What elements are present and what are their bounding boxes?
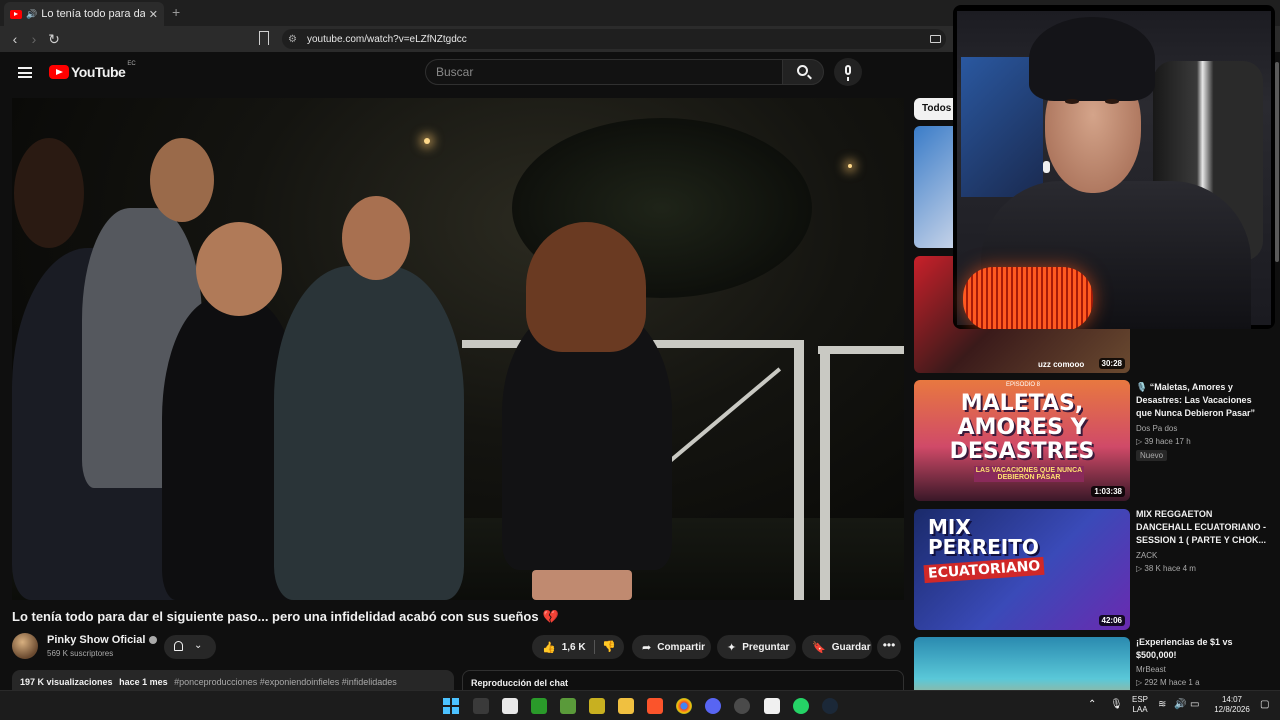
webcam-overlay [953,5,1275,329]
related-video-title[interactable]: ¡Experiencias de $1 vs $500,000! [1136,636,1268,662]
volume-icon[interactable]: 🔊 [1174,699,1186,710]
microphone-tray-icon[interactable]: 🎙 [1110,699,1123,710]
broken-heart-icon: 💔 [542,609,559,624]
ask-button[interactable]: ✦ Preguntar [717,635,796,659]
subscriber-count: 569 K suscriptores [47,649,114,658]
related-video-title[interactable]: MIX REGGAETON DANCEHALL ECUATORIANO - SE… [1136,508,1268,547]
share-button[interactable]: ➦ Compartir [632,635,711,659]
logo-text: YouTube [71,64,126,80]
browser-tab[interactable]: 🔊 Lo tenía todo para dar el siguie ✕ [4,2,164,26]
subscription-bell-button[interactable]: ⌄ [164,635,216,659]
chat-replay-label: Reproducción del chat [471,678,569,688]
game-launcher-icon[interactable] [589,698,605,714]
video-duration: 42:06 [1098,615,1125,626]
voice-search-button[interactable] [834,58,862,86]
earbud [1043,161,1050,173]
video-title: Lo tenía todo para dar el siguiente paso… [12,609,559,624]
thumbnail-subtext: LAS VACACIONES QUE NUNCA DEBIERON PASAR [974,466,1084,482]
tray-chevron-up-icon[interactable]: ⌃ [1088,699,1096,710]
speaker-icon[interactable]: 🔊 [26,9,37,20]
minecraft-icon[interactable] [560,698,576,714]
related-meta: ▷ 39 hace 17 h [1136,437,1191,446]
related-channel[interactable]: ZACK [1136,551,1157,560]
save-button[interactable]: 🔖 Guardar [802,635,872,659]
bell-icon [174,641,183,651]
search-button[interactable] [782,59,824,85]
bookmark-save-icon: 🔖 [812,641,826,654]
more-actions-button[interactable]: ••• [877,635,901,659]
related-meta: ▷ 38 K hace 4 m [1136,564,1196,573]
menu-icon[interactable] [18,67,32,78]
sparkle-icon: ✦ [727,641,737,654]
thumbs-up-icon[interactable]: 👍 [542,641,556,654]
thumbnail-episode-label: EPISODIO 8 [1006,382,1041,388]
verified-icon [149,636,158,644]
reload-icon[interactable]: ↻ [45,30,63,48]
youtube-favicon-icon [10,9,22,19]
capcut-icon[interactable] [764,698,780,714]
bookmark-icon[interactable] [259,31,269,49]
whatsapp-icon[interactable] [793,698,809,714]
related-channel[interactable]: MrBeast [1136,665,1166,674]
input-language[interactable]: ESP LAA [1128,695,1152,715]
like-dislike-group: 👍 1,6 K 👎 [532,635,624,659]
upload-age: hace 1 mes [119,677,168,687]
site-settings-icon[interactable]: ⚙ [288,34,297,45]
store-icon[interactable] [502,698,518,714]
clock[interactable]: 14:07 12/8/2026 [1210,695,1254,715]
new-badge: Nuevo [1136,450,1168,461]
cast-icon[interactable] [930,35,941,43]
chrome-icon[interactable] [676,698,692,714]
search-input[interactable]: Buscar [425,59,783,85]
channel-avatar[interactable] [12,633,38,659]
thumbnail-text: uzz comooo [1038,360,1085,369]
share-icon: ➦ [642,641,652,654]
street-lamp [424,138,430,144]
video-duration: 1:03:38 [1091,486,1125,497]
discord-icon[interactable] [705,698,721,714]
xbox-icon[interactable] [531,698,547,714]
thumbnail-subtext: ECUATORIANO [923,556,1045,584]
youtube-logo[interactable]: YouTube EC [49,61,136,80]
steam-icon[interactable] [822,698,838,714]
windows-start-icon[interactable] [443,698,459,714]
thumbs-down-icon[interactable]: 👎 [602,640,616,653]
url-text: youtube.com/watch?v=eLZfNZtgdcc [306,33,467,45]
related-thumbnail[interactable]: MIX PERREITO ECUATORIANO 42:06 [914,509,1130,630]
app-icon[interactable] [734,698,750,714]
chevron-down-icon: ⌄ [194,640,203,651]
related-meta: ▷ 292 M hace 1 a [1136,678,1200,687]
brave-icon[interactable] [647,698,663,714]
tab-close-icon[interactable]: ✕ [149,8,158,21]
file-explorer-icon[interactable] [618,698,634,714]
windows-taskbar: ⌃ 🎙 ESP LAA ≋ 🔊 ▭ 14:07 12/8/2026 ▢ [0,690,1280,720]
back-arrow-icon[interactable]: ‹ [6,30,24,48]
task-view-icon[interactable] [473,698,489,714]
hashtags[interactable]: #ponceproducciones #exponiendoinfieles #… [174,677,397,687]
thumbnail-text: MALETAS, AMORES Y DESASTRES [949,391,1095,464]
country-code: EC [127,61,136,67]
url-bar[interactable]: ⚙ youtube.com/watch?v=eLZfNZtgdcc [282,29,946,49]
screen: 🔊 Lo tenía todo para dar el siguie ✕ + ‹… [0,0,1280,720]
youtube-header: YouTube EC Buscar [0,52,950,94]
view-count: 197 K visualizaciones [20,677,113,687]
search-icon [797,65,808,76]
like-count[interactable]: 1,6 K [562,642,586,653]
related-thumbnail[interactable]: EPISODIO 8 MALETAS, AMORES Y DESASTRES L… [914,380,1130,501]
notifications-icon[interactable]: ▢ [1260,699,1269,710]
youtube-play-icon [49,65,69,79]
channel-name[interactable]: Pinky Show Oficial [47,634,158,646]
microphone-light [963,267,1093,329]
related-channel[interactable]: Dos Pa dos [1136,424,1177,433]
new-tab-button[interactable]: + [172,4,180,20]
related-video-title[interactable]: 🎙️ “Maletas, Amores y Desastres: Las Vac… [1136,381,1268,420]
video-player[interactable] [12,98,904,600]
video-duration: 30:28 [1098,358,1125,369]
battery-icon[interactable]: ▭ [1190,699,1199,710]
thumbnail-text: MIX PERREITO [928,515,1039,559]
microphone-icon [845,65,851,81]
wifi-icon[interactable]: ≋ [1158,699,1166,710]
tab-title: Lo tenía todo para dar el siguie [41,8,145,20]
forward-arrow-icon[interactable]: › [25,30,43,48]
